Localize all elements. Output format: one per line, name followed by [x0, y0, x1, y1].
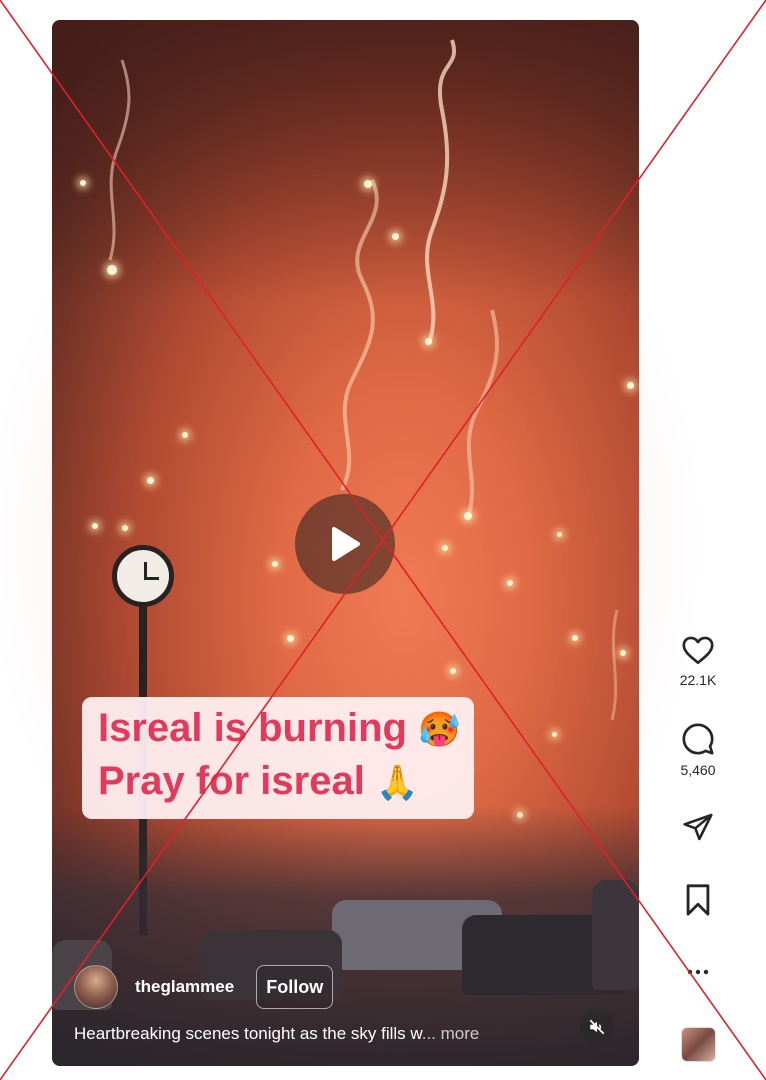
spark: [364, 180, 372, 188]
heart-icon[interactable]: [681, 634, 715, 666]
spark: [122, 525, 128, 531]
save-action: [668, 883, 728, 917]
caption-line-2: Pray for isreal 🙏: [98, 756, 460, 809]
spark: [287, 635, 294, 642]
car: [592, 880, 639, 990]
like-action: 22.1K: [668, 634, 728, 688]
spark: [80, 180, 86, 186]
spark: [92, 523, 98, 529]
spark: [392, 233, 399, 240]
spark: [620, 650, 626, 656]
more-options-action: [668, 960, 728, 980]
audio-thumbnail[interactable]: [681, 1027, 716, 1062]
follow-button[interactable]: Follow: [256, 965, 334, 1009]
spark: [552, 732, 557, 737]
more-options-icon[interactable]: [683, 960, 713, 980]
more-link[interactable]: ... more: [422, 1024, 480, 1043]
spark: [107, 265, 117, 275]
author-row: theglammee Follow: [74, 965, 334, 1009]
post-description: Heartbreaking scenes tonight as the sky …: [74, 1024, 479, 1044]
spark: [572, 635, 578, 641]
spark: [442, 545, 448, 551]
spark: [147, 477, 154, 484]
spark: [627, 382, 634, 389]
spark: [425, 338, 432, 345]
caption-line-1: Isreal is burning 🥵: [98, 703, 460, 756]
spark: [450, 668, 456, 674]
spark: [272, 561, 278, 567]
hot-face-emoji: 🥵: [418, 711, 461, 749]
street-clock: [112, 545, 174, 607]
praying-hands-emoji: 🙏: [375, 764, 419, 802]
comment-icon[interactable]: [681, 722, 715, 756]
spark: [557, 532, 562, 537]
spark: [464, 512, 472, 520]
muted-speaker-icon: [589, 1019, 605, 1035]
comment-action: 5,460: [668, 722, 728, 778]
play-icon: [332, 527, 360, 561]
author-avatar[interactable]: [74, 965, 118, 1009]
comment-count: 5,460: [680, 762, 716, 778]
video-caption-overlay: Isreal is burning 🥵 Pray for isreal 🙏: [82, 697, 475, 819]
caption-line-1-text: Isreal is burning: [98, 706, 407, 750]
spark: [507, 580, 513, 586]
play-button[interactable]: [295, 494, 395, 594]
caption-line-2-text: Pray for isreal: [98, 759, 365, 803]
author-username[interactable]: theglammee: [135, 977, 234, 997]
share-icon[interactable]: [681, 811, 715, 843]
spark: [182, 432, 188, 438]
description-text: Heartbreaking scenes tonight as the sky …: [74, 1024, 422, 1043]
share-action: [668, 811, 728, 843]
mute-button[interactable]: [580, 1010, 614, 1044]
bookmark-icon[interactable]: [683, 883, 713, 917]
like-count: 22.1K: [679, 672, 717, 688]
